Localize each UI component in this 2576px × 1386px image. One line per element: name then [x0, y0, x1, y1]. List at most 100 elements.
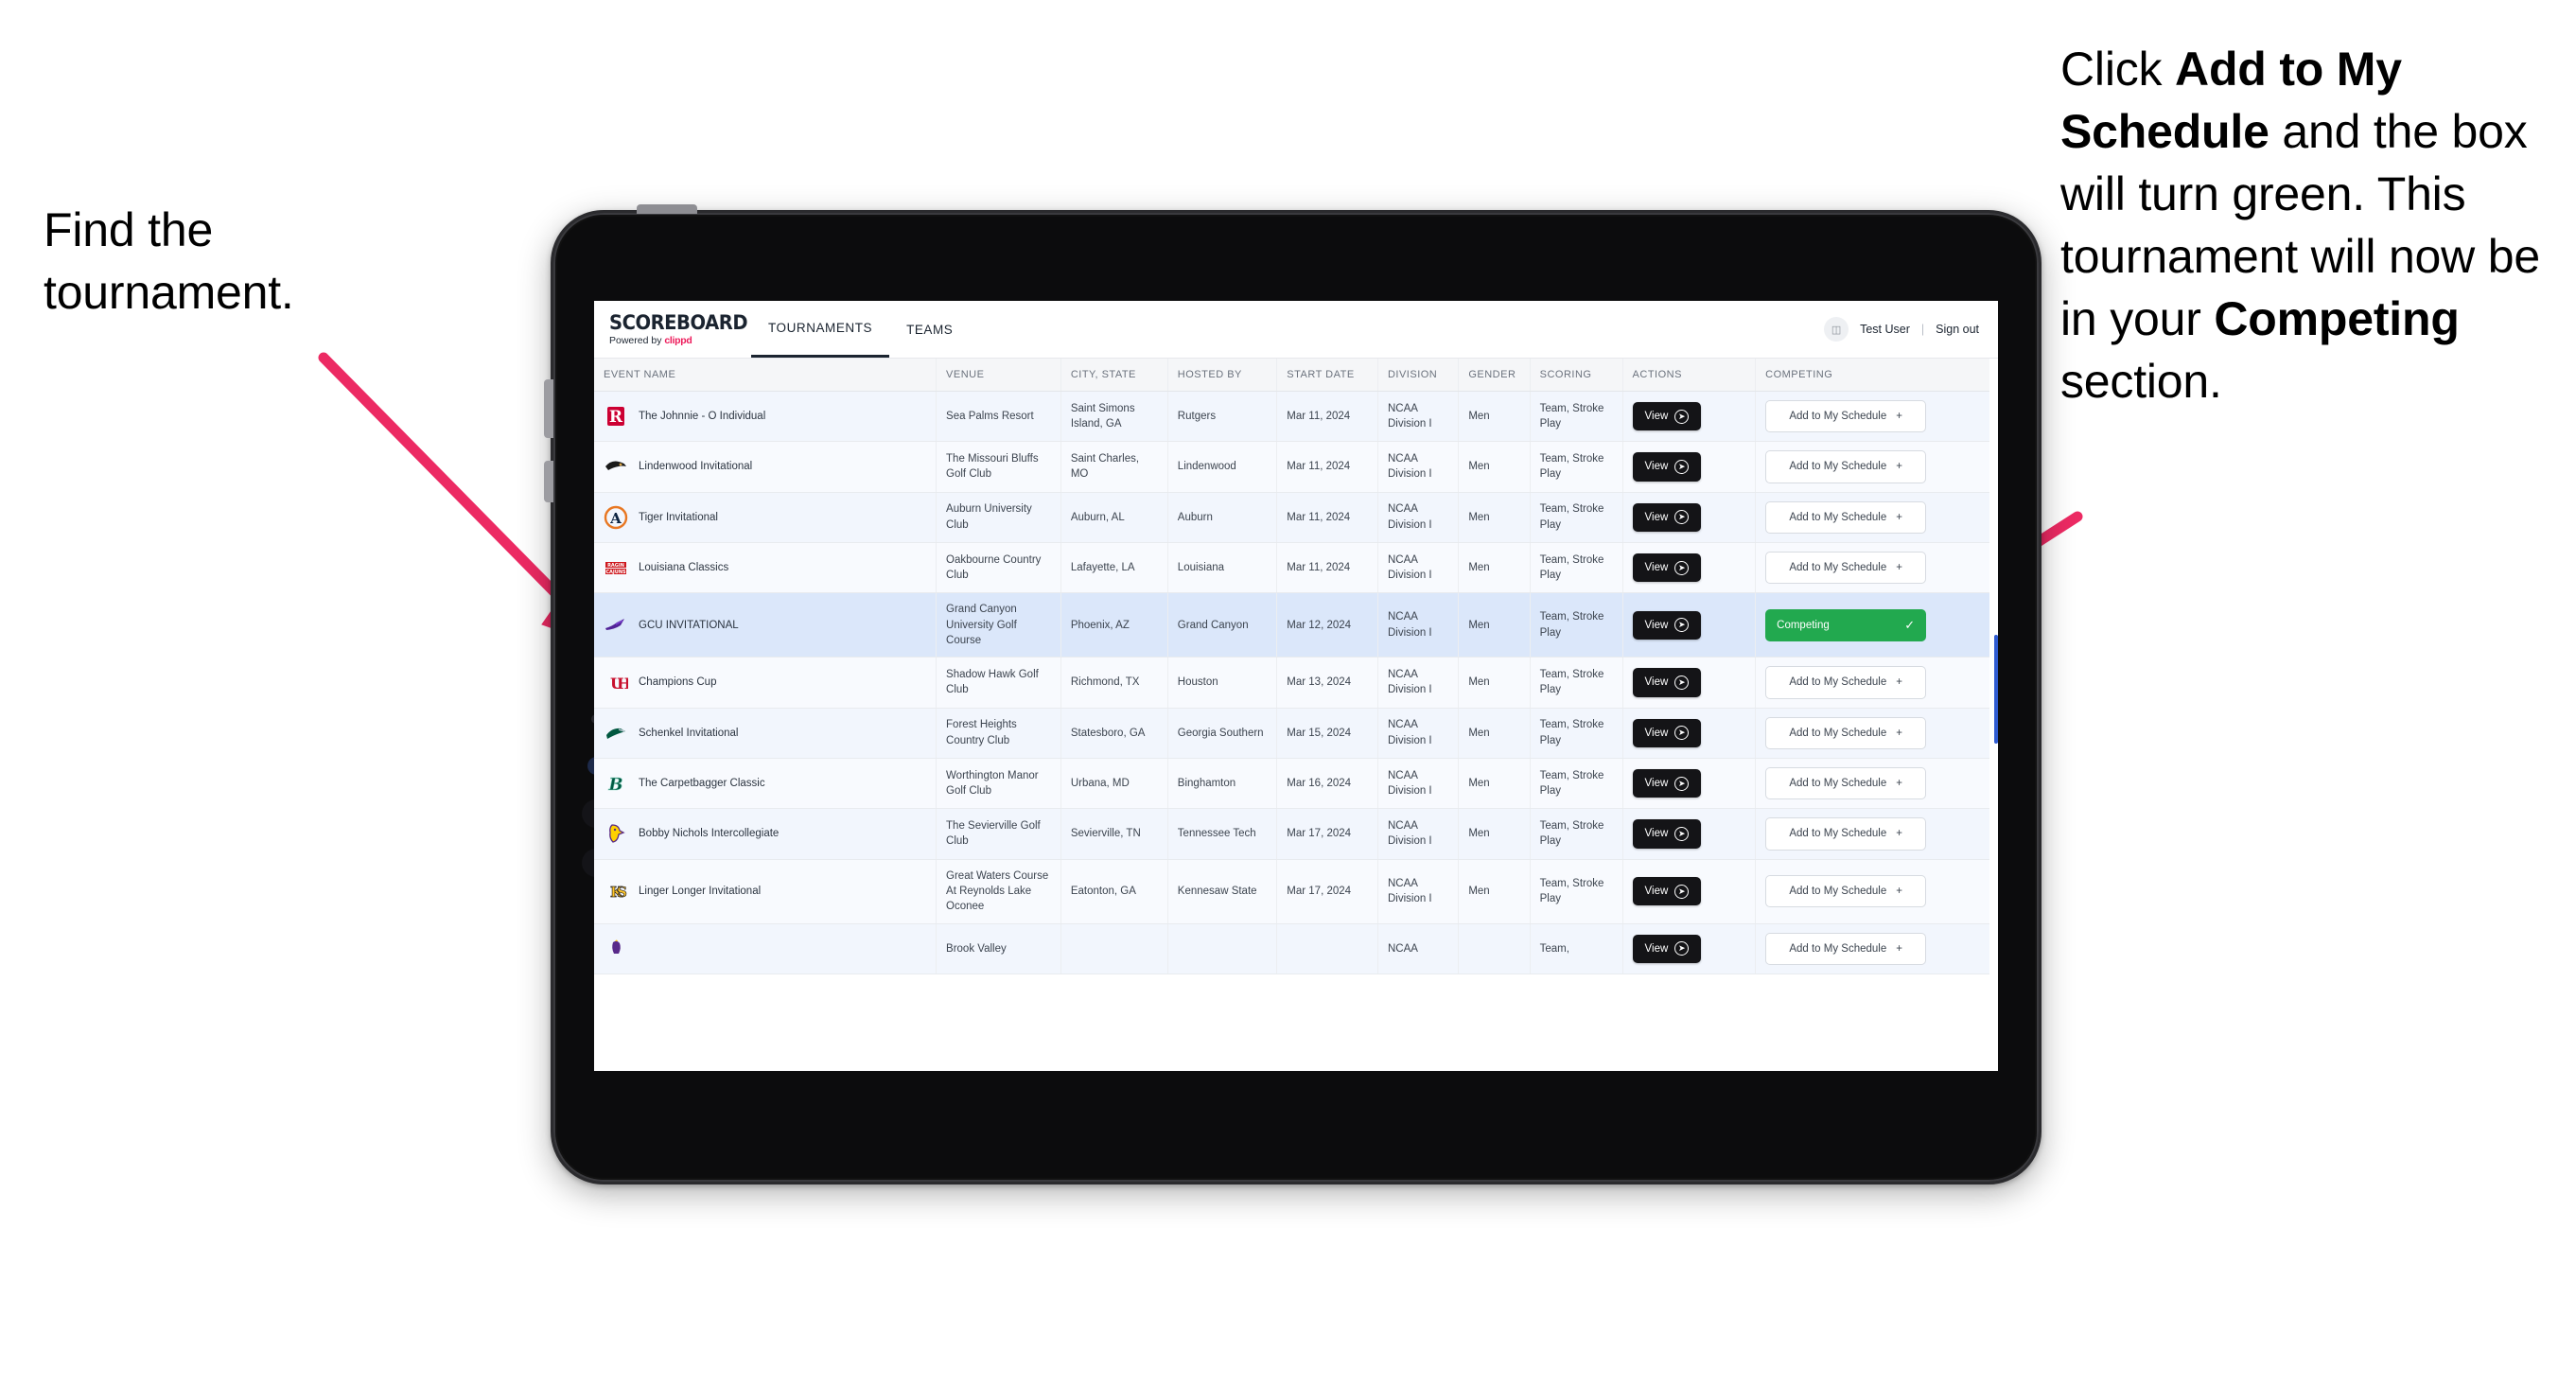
cell-start-date: Mar 12, 2024	[1276, 592, 1378, 658]
add-to-my-schedule-button[interactable]: Add to My Schedule +	[1765, 766, 1927, 800]
column-header-actions[interactable]: ACTIONS	[1622, 359, 1757, 392]
add-to-my-schedule-button[interactable]: Add to My Schedule +	[1765, 450, 1927, 483]
cell-competing: Add to My Schedule +	[1755, 808, 1989, 860]
tablet-volume-down-button[interactable]	[544, 461, 553, 502]
table-row[interactable]: U H Champions Cup Shadow Hawk Golf Club Rich…	[594, 657, 1989, 709]
sign-out-link[interactable]: Sign out	[1936, 323, 1979, 336]
tablet-power-button[interactable]	[637, 204, 697, 214]
team-logo-icon	[604, 937, 628, 961]
team-logo-icon: UH	[604, 670, 628, 694]
view-button[interactable]: View ➤	[1632, 610, 1702, 640]
tab-teams[interactable]: TEAMS	[889, 301, 970, 358]
table-row[interactable]: Brook Valley NCAA Team, View ➤ Add to My Sche…	[594, 923, 1989, 974]
tablet-volume-up-button[interactable]	[544, 379, 553, 438]
table-row[interactable]: Lindenwood Invitational The Missouri Bluf…	[594, 441, 1989, 493]
cell-division: NCAA Division I	[1377, 542, 1460, 594]
table-row[interactable]: RAGIN CAJUNS Louisiana Classics Oakbourne C…	[594, 542, 1989, 594]
cell-venue: The Missouri Bluffs Golf Club	[936, 441, 1061, 493]
cell-competing: Add to My Schedule +	[1755, 758, 1989, 810]
cell-start-date: Mar 13, 2024	[1276, 657, 1378, 709]
add-to-my-schedule-button[interactable]: Add to My Schedule +	[1765, 817, 1927, 851]
add-to-my-schedule-button[interactable]: Add to My Schedule +	[1765, 932, 1927, 965]
tournaments-table-scroll[interactable]: EVENT NAME VENUE CITY, STATE HOSTED BY START…	[594, 359, 1998, 1071]
cell-gender: Men	[1458, 391, 1531, 443]
view-button[interactable]: View ➤	[1632, 934, 1702, 963]
cell-competing: Add to My Schedule +	[1755, 391, 1989, 443]
table-row[interactable]: A Tiger Invitational Auburn University Clu…	[594, 492, 1989, 543]
user-avatar-icon[interactable]: ◫	[1824, 317, 1849, 342]
table-row[interactable]: Schenkel Invitational Forest Heights Coun…	[594, 708, 1989, 759]
add-to-my-schedule-button[interactable]: Add to My Schedule +	[1765, 874, 1927, 908]
cell-gender: Men	[1458, 708, 1531, 759]
view-button[interactable]: View ➤	[1632, 402, 1702, 431]
cell-division: NCAA Division I	[1377, 808, 1460, 860]
arrow-right-circle-icon: ➤	[1674, 409, 1690, 424]
table-row[interactable]: GCU INVITATIONAL Grand Canyon University …	[594, 592, 1989, 658]
svg-text:RAGIN: RAGIN	[607, 563, 624, 569]
event-name-label: Tiger Invitational	[639, 511, 718, 523]
arrow-right-circle-icon: ➤	[1674, 941, 1690, 956]
callout-right-text: Click Add to My Schedule and the box wil…	[2060, 38, 2576, 412]
cell-start-date: Mar 16, 2024	[1276, 758, 1378, 810]
column-header-gender[interactable]: GENDER	[1458, 359, 1531, 392]
plus-icon: +	[1896, 727, 1902, 739]
table-row[interactable]: R The Johnnie - O Individual Sea Palms Res…	[594, 391, 1989, 443]
table-row[interactable]: K S Linger Longer Invitational Great Waters…	[594, 859, 1989, 924]
cell-gender: Men	[1458, 592, 1531, 658]
competing-badge[interactable]: Competing ✓	[1765, 608, 1927, 642]
cell-city-state: Phoenix, AZ	[1060, 592, 1168, 658]
view-button[interactable]: View ➤	[1632, 502, 1702, 532]
add-to-my-schedule-button[interactable]: Add to My Schedule +	[1765, 666, 1927, 699]
column-header-start-date[interactable]: START DATE	[1276, 359, 1378, 392]
column-header-division[interactable]: DIVISION	[1377, 359, 1460, 392]
cell-start-date: Mar 17, 2024	[1276, 808, 1378, 860]
add-to-my-schedule-button[interactable]: Add to My Schedule +	[1765, 716, 1927, 749]
view-button[interactable]: View ➤	[1632, 819, 1702, 849]
column-header-hosted-by[interactable]: HOSTED BY	[1167, 359, 1278, 392]
view-button-label: View	[1644, 511, 1669, 523]
cell-event-name: Lindenwood Invitational	[594, 441, 938, 493]
team-logo-icon: R	[604, 404, 628, 429]
cell-division: NCAA Division I	[1377, 708, 1460, 759]
view-button-label: View	[1644, 411, 1669, 422]
view-button[interactable]: View ➤	[1632, 668, 1702, 697]
brand-title: SCOREBOARD	[609, 310, 748, 334]
view-button[interactable]: View ➤	[1632, 718, 1702, 747]
cell-scoring: Team, Stroke Play	[1530, 542, 1623, 594]
column-header-scoring[interactable]: SCORING	[1530, 359, 1623, 392]
add-to-my-schedule-button[interactable]: Add to My Schedule +	[1765, 400, 1927, 433]
view-button[interactable]: View ➤	[1632, 553, 1702, 583]
view-button[interactable]: View ➤	[1632, 452, 1702, 482]
cell-hosted-by: Grand Canyon	[1167, 592, 1278, 658]
add-to-my-schedule-button[interactable]: Add to My Schedule +	[1765, 500, 1927, 534]
add-to-my-schedule-label: Add to My Schedule	[1789, 561, 1887, 573]
cell-hosted-by: Lindenwood	[1167, 441, 1278, 493]
cell-competing: Add to My Schedule +	[1755, 492, 1989, 543]
cell-event-name: Bobby Nichols Intercollegiate	[594, 808, 938, 860]
table-row[interactable]: Bobby Nichols Intercollegiate The Sevierv…	[594, 808, 1989, 860]
column-header-venue[interactable]: VENUE	[936, 359, 1061, 392]
view-button-label: View	[1644, 942, 1669, 955]
plus-icon: +	[1896, 942, 1902, 955]
brand-subtitle: Powered by clippd	[609, 336, 751, 346]
column-header-competing[interactable]: COMPETING	[1755, 359, 1989, 392]
cell-scoring: Team, Stroke Play	[1530, 758, 1623, 810]
vertical-scrollbar[interactable]	[1994, 635, 1998, 744]
column-header-city-state[interactable]: CITY, STATE	[1060, 359, 1168, 392]
cell-city-state: Urbana, MD	[1060, 758, 1168, 810]
view-button[interactable]: View ➤	[1632, 876, 1702, 906]
cell-event-name: K S Linger Longer Invitational	[594, 859, 938, 924]
callout-right-seg-3: Competing	[2214, 292, 2460, 345]
add-to-my-schedule-button[interactable]: Add to My Schedule +	[1765, 551, 1927, 585]
cell-start-date: Mar 11, 2024	[1276, 391, 1378, 443]
tab-tournaments[interactable]: TOURNAMENTS	[751, 301, 890, 358]
cell-city-state: Eatonton, GA	[1060, 859, 1168, 924]
view-button[interactable]: View ➤	[1632, 768, 1702, 798]
arrow-right-circle-icon: ➤	[1674, 884, 1690, 899]
brand-logo[interactable]: SCOREBOARD Powered by clippd	[594, 301, 751, 358]
table-row[interactable]: B The Carpetbagger Classic Worthington Man…	[594, 758, 1989, 810]
cell-start-date: Mar 11, 2024	[1276, 441, 1378, 493]
column-header-event-name[interactable]: EVENT NAME	[594, 359, 938, 392]
clippd-wordmark: clippd	[664, 334, 692, 346]
cell-scoring: Team, Stroke Play	[1530, 657, 1623, 709]
